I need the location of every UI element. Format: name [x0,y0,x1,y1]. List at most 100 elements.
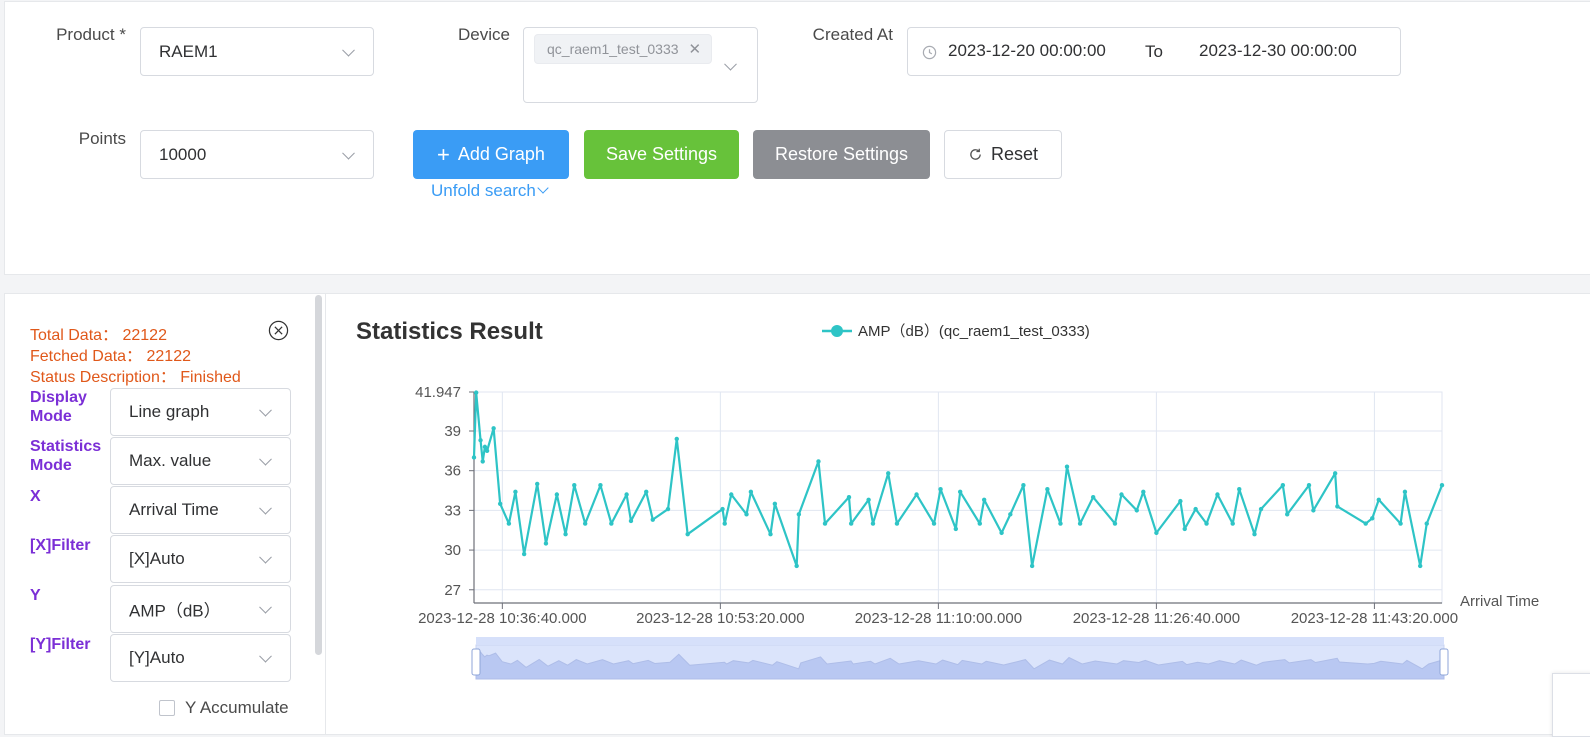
data-point [1064,464,1070,469]
data-point [894,521,900,526]
data-point [931,521,937,526]
data-point [772,501,778,506]
data-point [482,444,488,450]
data-point [816,459,821,464]
data-point [1398,521,1403,526]
y-tick-label: 27 [444,582,461,599]
data-point [744,512,749,517]
data-point [1237,487,1242,492]
data-point [866,497,871,502]
data-point [554,492,560,497]
y-tick-label: 33 [444,502,461,519]
data-point [1252,531,1257,537]
data-point [1285,512,1290,517]
x-axis-label: Arrival Time [1460,593,1539,610]
data-point [572,483,577,488]
data-point [535,481,540,487]
plot-frame [473,391,1443,604]
data-point [1141,489,1146,495]
data-point [999,530,1004,536]
data-point [1178,498,1183,504]
data-point [722,521,727,526]
data-point [1215,492,1220,497]
data-point [1376,497,1381,502]
data-point [1370,516,1375,521]
data-point [478,438,483,443]
data-point [1230,521,1235,526]
x-tick-label: 2023-12-28 11:26:40.000 [1073,610,1240,627]
data-point [480,459,485,464]
data-point [582,521,588,526]
data-point [1280,483,1286,488]
data-point [609,521,614,526]
data-point [624,492,629,497]
data-point [1417,563,1423,569]
data-point [497,501,503,506]
x-tick-label: 2023-12-28 11:10:00.000 [855,610,1022,627]
x-tick-label: 2023-12-28 10:53:20.000 [636,610,804,627]
data-point [1363,521,1368,526]
data-point [1424,521,1429,526]
data-point [822,521,828,526]
zoom-slider-move-bar [476,637,1444,645]
data-point [650,517,655,522]
data-point [1021,483,1026,488]
data-point [1204,521,1209,526]
y-tick-label: 30 [444,542,461,559]
data-point [848,521,854,526]
data-point [1193,506,1198,512]
data-point [521,551,527,557]
data-point [748,489,754,495]
data-point [1306,483,1312,488]
data-point [796,512,802,517]
data-point [1119,492,1124,497]
zoom-handle-right[interactable] [1439,648,1449,676]
data-point [870,521,876,526]
data-point [977,521,983,526]
x-tick-label: 2023-12-28 11:43:20.000 [1291,610,1458,627]
data-point [665,506,671,512]
y-tick-label: 36 [444,463,461,480]
data-point [1402,489,1408,495]
data-point [1182,526,1187,532]
data-point [484,448,490,454]
data-point [473,390,479,395]
y-tick-label: 39 [444,423,461,440]
data-point [1332,471,1338,476]
data-point [886,471,891,476]
data-point [1335,504,1340,509]
line-chart[interactable]: 27 30 33 36 39 41.947 2023-12-28 10:36:40.000 2… [0,0,1590,735]
series-line [472,391,1444,568]
data-point [685,531,690,537]
data-point [1258,506,1264,512]
zoom-handle-left[interactable] [471,648,481,676]
data-point [1154,530,1159,536]
data-point [471,455,477,460]
data-point [1058,521,1063,526]
data-point [914,492,919,497]
data-point [1134,508,1139,513]
data-point [491,426,496,431]
data-point [1090,494,1096,500]
data-point [953,526,959,532]
y-tick-label: 41.947 [415,384,461,401]
data-point [938,487,943,492]
data-point [1045,487,1050,492]
data-point [598,483,603,488]
data-point [1008,512,1013,517]
legend-marker [831,325,843,337]
data-point [794,563,799,569]
legend-label: AMP（dB）(qc_raem1_test_0333) [858,323,1090,340]
data-point [981,497,987,502]
data-point [720,506,725,512]
data-point [506,521,512,526]
data-point [513,489,518,495]
data-point [628,518,634,524]
data-point [1439,483,1445,488]
data-point [1077,521,1083,526]
data-point [644,489,649,495]
data-point [1311,508,1316,513]
data-point [1112,521,1118,526]
data-point [846,494,852,500]
corner-widget[interactable] [1552,673,1590,737]
